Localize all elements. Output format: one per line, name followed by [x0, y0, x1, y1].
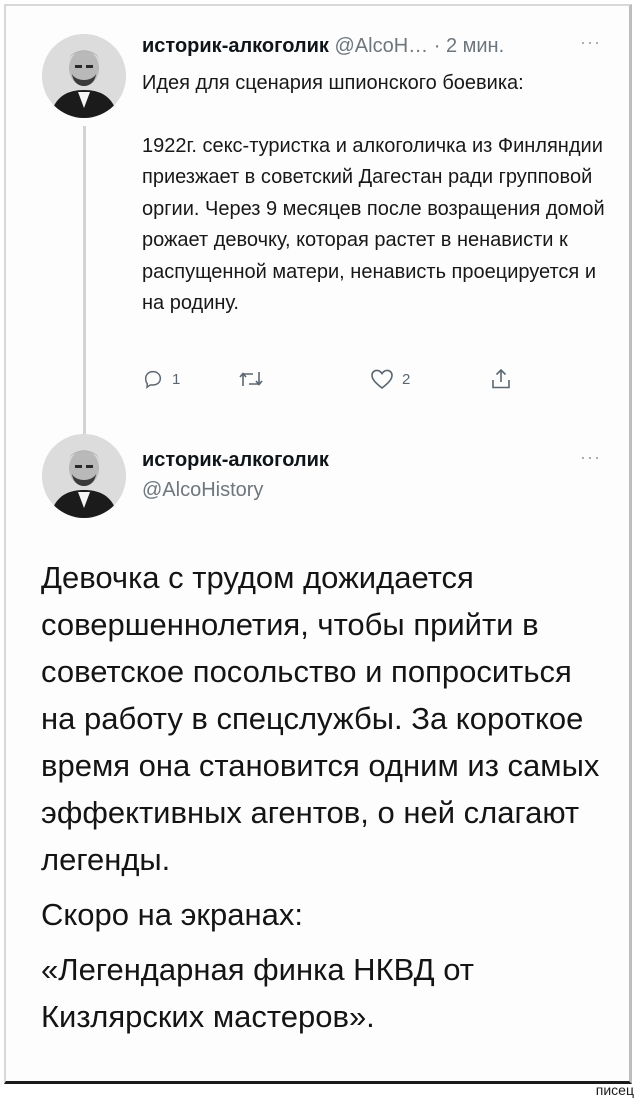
retweet-icon [239, 372, 263, 386]
reply-icon [144, 370, 162, 389]
heart-icon [371, 369, 393, 390]
share-icon [492, 368, 510, 389]
tweet-text-paragraph: «Легендарная финка НКВД от Кизлярских ма… [41, 952, 474, 1034]
author-handle[interactable]: @AlcoHistory [142, 479, 263, 502]
author-avatar[interactable] [42, 434, 126, 518]
tweet-time[interactable]: 2 мин. [446, 35, 504, 57]
reply-button[interactable]: 1 [142, 368, 180, 390]
tweet-thread-card: историк-алкоголик @AlcoH… · 2 мин. ··· И… [4, 4, 632, 1084]
tweet2-text: Девочка с трудом дожидается совершенноле… [41, 554, 611, 1048]
tweet-text-paragraph: Скоро на экранах: [41, 897, 303, 932]
author-handle[interactable]: @AlcoH… [335, 35, 429, 57]
thread-connector-line [83, 126, 86, 436]
tweet-text-line: Идея для сценария шпионского боевика: [142, 72, 524, 94]
retweet-button[interactable] [238, 368, 264, 390]
tweet1-text: Идея для сценария шпионского боевика: 19… [142, 68, 612, 320]
tweet-text-paragraph: 1922г. секс-туристка и алкоголичка из Фи… [142, 134, 605, 315]
like-button[interactable]: 2 [370, 368, 410, 390]
like-count: 2 [402, 370, 411, 388]
more-options-icon[interactable]: ··· [580, 447, 601, 468]
more-options-icon[interactable]: ··· [580, 32, 601, 53]
reply-count: 1 [172, 370, 181, 388]
site-watermark: писец [595, 1082, 634, 1098]
tweet1-header: историк-алкоголик @AlcoH… · 2 мин. [142, 34, 504, 58]
tweet1-action-bar: 1 2 [142, 368, 542, 398]
meta-separator: · [433, 35, 441, 57]
tweet-text-paragraph: Девочка с трудом дожидается совершенноле… [41, 560, 600, 877]
share-button[interactable] [490, 368, 512, 390]
author-name[interactable]: историк-алкоголик [142, 449, 329, 472]
author-name[interactable]: историк-алкоголик [142, 35, 329, 57]
author-avatar[interactable] [42, 34, 126, 118]
